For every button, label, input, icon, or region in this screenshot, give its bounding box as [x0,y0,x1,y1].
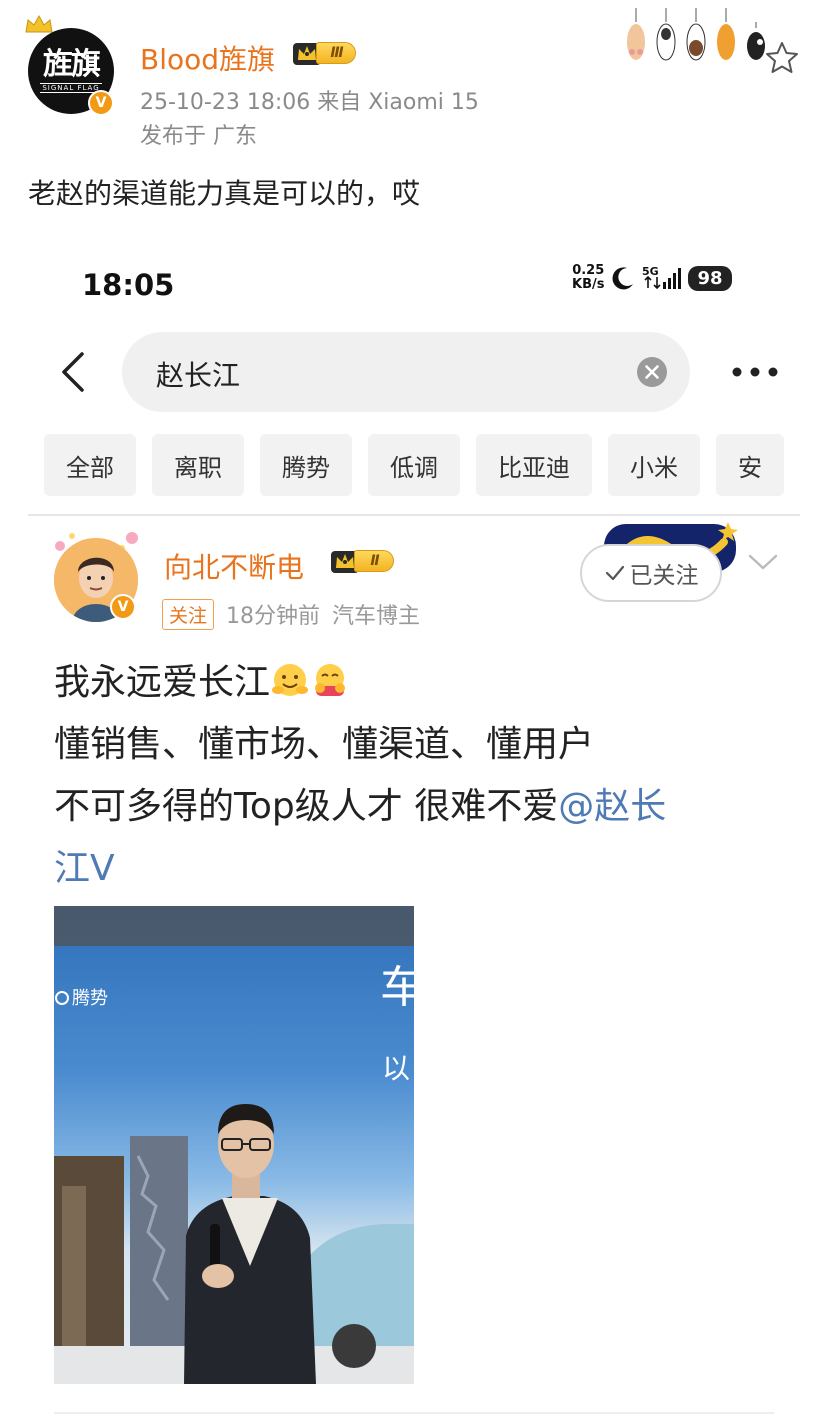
chip-xiaomi[interactable]: 小米 [608,434,700,496]
more-icon[interactable] [728,356,782,388]
photo-sign-char-1: 车 [380,962,414,1013]
author-name[interactable]: Blood旌旗 [140,38,275,78]
status-bar-right: 0.25 KB/s 5G 98 [572,264,732,292]
post-location: 发布于 广东 [140,124,257,149]
signal-icon: 5G [642,265,682,290]
following-button[interactable]: 已关注 [580,544,722,602]
filter-chips: 全部 离职 腾势 低调 比亚迪 小米 安 [44,434,800,498]
post-photo[interactable]: 腾势 车 以 [54,906,414,1384]
chip-resign[interactable]: 离职 [152,434,244,496]
network-speed: 0.25 KB/s [572,264,604,292]
chip-lowkey[interactable]: 低调 [368,434,460,496]
crown-icon [25,14,53,33]
inner-post-text: 我永远爱长江 懂销售、懂市场、懂渠道、懂用户 不可多得的Top级人才 很难不爱@… [54,652,794,900]
battery-level: 98 [688,265,732,291]
network-speed-value: 0.25 [572,263,605,278]
photo-sign-char-2: 以 [382,1052,410,1085]
verified-icon: V [88,90,114,116]
status-time: 18:05 [82,268,175,302]
vip-level-badge[interactable]: Ⅲ [292,40,356,66]
chip-all[interactable]: 全部 [44,434,136,496]
avatar-logo-text: 旌旗 [43,46,101,82]
verified-icon: V [110,594,136,620]
clear-icon[interactable] [636,356,668,388]
inner-post-meta: 关注 18分钟前 汽车博主 [162,598,420,630]
inner-vip-level-label: Ⅱ [354,550,394,572]
hug-emoji-icon [315,664,346,696]
photo-brand-text: 腾势 [72,988,108,1009]
inner-vip-level-badge[interactable]: Ⅱ [330,548,394,574]
vip-level-label: Ⅲ [316,42,356,64]
search-query: 赵长江 [156,359,241,392]
chevron-down-icon[interactable] [746,550,780,574]
mention-link-continued[interactable]: 江V [54,848,115,889]
divider [54,1412,774,1414]
network-type: 5G [642,265,659,278]
inner-text-line-4: 江V [54,838,794,900]
check-icon [605,565,624,581]
post-text: 老赵的渠道能力真是可以的，哎 [28,177,421,210]
chip-denza[interactable]: 腾势 [260,434,352,496]
search-bar-row: 赵长江 [28,332,800,412]
network-speed-unit: KB/s [572,277,605,292]
follow-tag: 关注 [162,598,215,630]
divider [28,514,800,516]
post-meta: 25-10-23 18:06 来自 Xiaomi 15 [140,90,479,115]
photo-illustration: 腾势 车 以 [54,906,414,1384]
mention-link[interactable]: @赵长 [558,786,666,827]
star-icon[interactable] [764,40,800,76]
inner-author-name[interactable]: 向北不断电 [164,546,304,586]
moon-icon [612,267,634,290]
chip-byd[interactable]: 比亚迪 [476,434,592,496]
inner-text-line-1-content: 我永远爱长江 [54,662,271,703]
following-button-label: 已关注 [629,563,699,589]
inner-text-line-3: 不可多得的Top级人才 很难不爱@赵长 [54,776,794,838]
embedded-screenshot[interactable]: 18:05 0.25 KB/s 5G 98 赵长江 全部 离职 腾势 低调 比亚… [28,248,800,1420]
inner-post-time: 18分钟前 [226,604,321,629]
post-header: 旌旗 SIGNAL FLAG V Blood旌旗 Ⅲ 25-10-23 18:0… [0,0,828,240]
inner-author-role: 汽车博主 [332,604,421,629]
search-input[interactable]: 赵长江 [122,332,690,412]
chip-partial[interactable]: 安 [716,434,784,496]
avatar-logo-subtext: SIGNAL FLAG [40,82,102,93]
back-icon[interactable] [56,350,92,394]
inner-text-line-1: 我永远爱长江 [54,652,794,714]
inner-text-line-2: 懂销售、懂市场、懂渠道、懂用户 [54,724,595,765]
hug-emoji-icon [272,664,309,696]
inner-text-line-3-content: 不可多得的Top级人才 很难不爱 [54,786,559,827]
